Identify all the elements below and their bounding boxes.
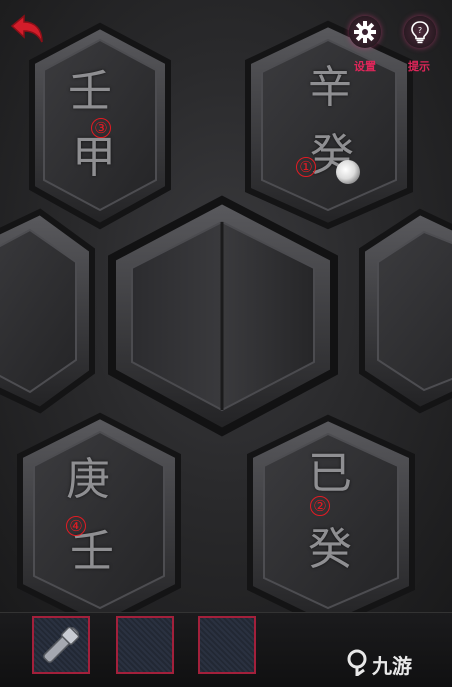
settings-label: 设置 <box>354 60 376 73</box>
tile-bottom-left-button[interactable] <box>34 432 164 608</box>
watermark-text: 九游 <box>372 654 412 678</box>
inventory-slot-2[interactable] <box>116 616 174 674</box>
hex-tile-left-edge <box>0 208 95 414</box>
hex-tile-right-edge <box>359 208 452 414</box>
lightbulb-icon: ? <box>411 21 429 44</box>
watermark-logo-icon <box>347 649 367 676</box>
tile-top-left-button[interactable] <box>44 40 156 210</box>
settings-button[interactable] <box>349 16 381 48</box>
hint-label: 提示 <box>408 60 430 73</box>
back-button[interactable] <box>8 14 48 48</box>
hint-button[interactable]: ? <box>404 16 436 48</box>
hex-tile-center <box>108 195 338 437</box>
inventory-slot-1[interactable] <box>32 616 90 674</box>
inventory-slot-3[interactable] <box>198 616 256 674</box>
back-arrow-icon <box>10 14 43 43</box>
svg-text:?: ? <box>418 26 422 35</box>
hammer-item-icon <box>43 626 80 663</box>
tile-bottom-right-button[interactable] <box>264 434 398 608</box>
gear-icon <box>354 21 376 43</box>
